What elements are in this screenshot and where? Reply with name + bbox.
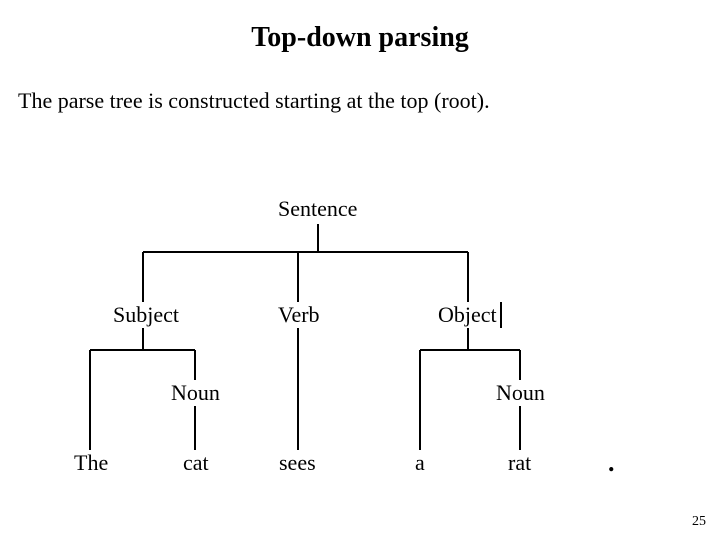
leaf-the: The bbox=[74, 450, 108, 476]
node-subject: Subject bbox=[113, 302, 179, 328]
leaf-sees: sees bbox=[279, 450, 316, 476]
node-sentence: Sentence bbox=[278, 196, 357, 222]
page-number: 25 bbox=[692, 514, 706, 530]
node-verb: Verb bbox=[278, 302, 320, 328]
node-object: Object bbox=[438, 302, 497, 328]
leaf-rat: rat bbox=[508, 450, 531, 476]
node-noun-left: Noun bbox=[171, 380, 220, 406]
node-noun-right: Noun bbox=[496, 380, 545, 406]
leaf-a: a bbox=[415, 450, 425, 476]
slide: Top-down parsing The parse tree is const… bbox=[0, 0, 720, 540]
leaf-cat: cat bbox=[183, 450, 209, 476]
leaf-dot: . bbox=[608, 448, 615, 478]
